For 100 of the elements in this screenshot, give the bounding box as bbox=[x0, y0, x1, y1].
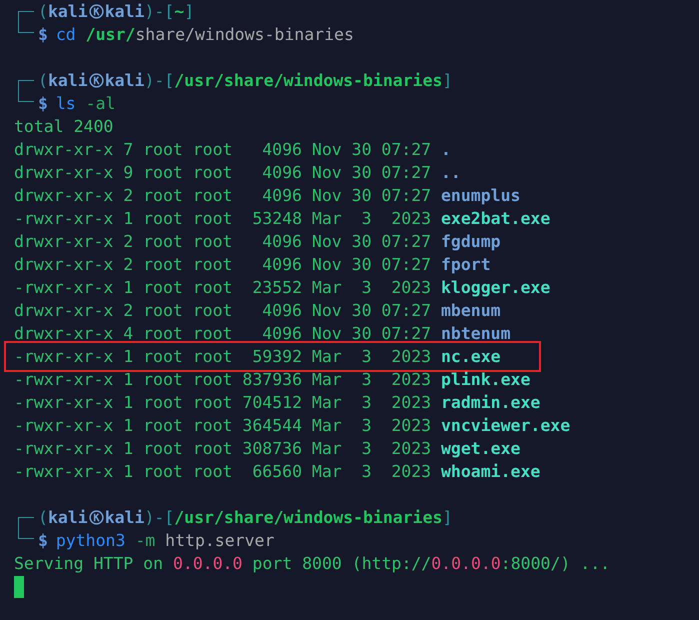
permissions-text: -rwxr-xr-x bbox=[14, 392, 114, 414]
permissions-text: drwxr-xr-x bbox=[14, 300, 114, 322]
file-size-text: 4096 bbox=[261, 162, 302, 184]
month-text: Mar bbox=[312, 461, 342, 483]
link-count-text: 7 bbox=[123, 139, 134, 161]
prompt-bracket-text: ( bbox=[38, 1, 48, 23]
time-text: 07:27 bbox=[381, 323, 432, 345]
path-text: /usr/share/windows-binaries bbox=[174, 507, 442, 529]
file-size-text: 704512 bbox=[242, 392, 302, 414]
prompt-connector bbox=[18, 517, 34, 539]
prompt-connector bbox=[18, 80, 34, 102]
directory-name: .. bbox=[441, 162, 461, 184]
prompt-bracket-text: ] bbox=[442, 507, 452, 529]
permissions-text: -rwxr-xr-x bbox=[14, 369, 114, 391]
permissions-text: -rwxr-xr-x bbox=[14, 438, 114, 460]
directory-name: fport bbox=[441, 254, 491, 276]
group-text: root bbox=[192, 254, 232, 276]
time-text: 07:27 bbox=[381, 300, 432, 322]
link-count-text: 1 bbox=[123, 461, 134, 483]
command-name: ls bbox=[56, 93, 76, 115]
time-text: 07:27 bbox=[381, 162, 432, 184]
group-text: root bbox=[192, 438, 232, 460]
output-text: :8000/) ... bbox=[500, 553, 610, 575]
path-text: /usr/ bbox=[86, 24, 136, 46]
owner-text: root bbox=[143, 369, 183, 391]
command-option-text: -m bbox=[135, 530, 156, 552]
group-text: root bbox=[192, 162, 232, 184]
owner-text: root bbox=[143, 185, 183, 207]
link-count-text: 2 bbox=[123, 300, 134, 322]
path-text: ~ bbox=[174, 1, 184, 23]
link-count-text: 2 bbox=[123, 254, 134, 276]
month-text: Mar bbox=[312, 392, 342, 414]
day-text: 3 bbox=[360, 461, 372, 483]
permissions-text: drwxr-xr-x bbox=[14, 185, 114, 207]
user-host-text: kali bbox=[104, 70, 144, 92]
time-text: 2023 bbox=[390, 208, 432, 230]
file-name: nc.exe bbox=[441, 346, 501, 368]
time-text: 2023 bbox=[390, 438, 432, 460]
month-text: Nov bbox=[312, 139, 342, 161]
file-size-text: 4096 bbox=[261, 254, 302, 276]
day-text: 30 bbox=[352, 300, 372, 322]
month-text: Nov bbox=[312, 254, 342, 276]
day-text: 3 bbox=[360, 415, 372, 437]
time-text: 2023 bbox=[390, 461, 432, 483]
day-text: 3 bbox=[360, 277, 372, 299]
month-text: Nov bbox=[312, 185, 342, 207]
owner-text: root bbox=[143, 300, 183, 322]
owner-text: root bbox=[143, 438, 183, 460]
link-count-text: 1 bbox=[123, 369, 134, 391]
circled-symbol-icon bbox=[88, 4, 104, 19]
day-text: 3 bbox=[360, 208, 372, 230]
owner-text: root bbox=[143, 139, 183, 161]
circled-symbol-icon bbox=[88, 73, 104, 88]
prompt-bracket-text: )-[ bbox=[144, 70, 174, 92]
group-text: root bbox=[192, 415, 232, 437]
file-size-text: 308736 bbox=[242, 438, 302, 460]
group-text: root bbox=[192, 185, 232, 207]
prompt-bracket-text: ] bbox=[442, 70, 452, 92]
file-size-text: 837936 bbox=[242, 369, 302, 391]
link-count-text: 2 bbox=[123, 185, 134, 207]
month-text: Nov bbox=[312, 231, 342, 253]
owner-text: root bbox=[143, 392, 183, 414]
prompt-bracket-text: )-[ bbox=[144, 1, 174, 23]
month-text: Mar bbox=[312, 438, 342, 460]
time-text: 07:27 bbox=[381, 139, 432, 161]
permissions-text: -rwxr-xr-x bbox=[14, 346, 114, 368]
user-host-text: kali bbox=[104, 507, 144, 529]
time-text: 07:27 bbox=[381, 254, 432, 276]
command-argument: share/windows-binaries bbox=[135, 24, 354, 46]
link-count-text: 1 bbox=[123, 415, 134, 437]
month-text: Mar bbox=[312, 369, 342, 391]
file-size-text: 23552 bbox=[251, 277, 302, 299]
file-name: klogger.exe bbox=[441, 277, 550, 299]
user-host-text: kali bbox=[48, 507, 88, 529]
directory-name: mbenum bbox=[441, 300, 501, 322]
day-text: 3 bbox=[360, 346, 372, 368]
file-size-text: 66560 bbox=[251, 461, 302, 483]
group-text: root bbox=[192, 346, 232, 368]
permissions-text: -rwxr-xr-x bbox=[14, 277, 114, 299]
file-name: whoami.exe bbox=[441, 461, 540, 483]
text-cursor bbox=[14, 576, 24, 598]
file-name: wget.exe bbox=[441, 438, 520, 460]
permissions-text: drwxr-xr-x bbox=[14, 162, 114, 184]
prompt-symbol: $ bbox=[38, 93, 48, 115]
prompt-symbol: $ bbox=[38, 530, 48, 552]
link-count-text: 4 bbox=[123, 323, 134, 345]
month-text: Nov bbox=[312, 300, 342, 322]
permissions-text: drwxr-xr-x bbox=[14, 254, 114, 276]
link-count-text: 2 bbox=[123, 231, 134, 253]
group-text: root bbox=[192, 139, 232, 161]
file-size-text: 59392 bbox=[251, 346, 302, 368]
permissions-text: -rwxr-xr-x bbox=[14, 208, 114, 230]
file-size-text: 4096 bbox=[261, 231, 302, 253]
day-text: 30 bbox=[352, 185, 372, 207]
group-text: root bbox=[192, 392, 232, 414]
group-text: root bbox=[192, 323, 232, 345]
user-host-text: kali bbox=[48, 70, 88, 92]
group-text: root bbox=[192, 208, 232, 230]
prompt-bracket-text: ( bbox=[38, 70, 48, 92]
ip-address-text: 0.0.0.0 bbox=[172, 553, 242, 575]
